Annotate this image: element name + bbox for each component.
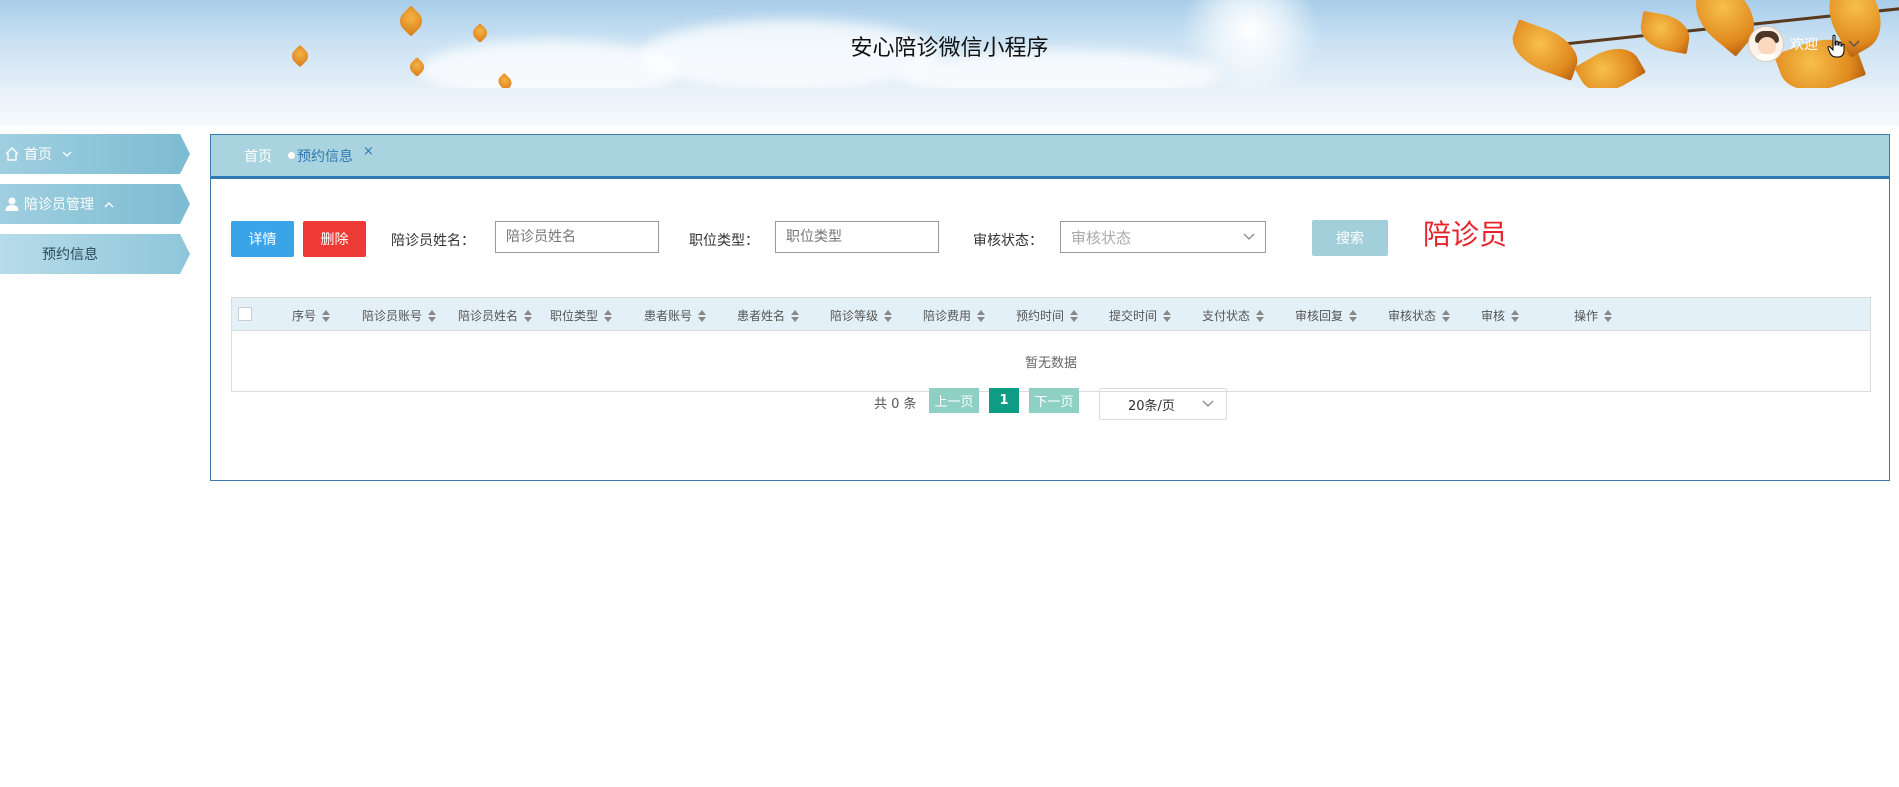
avatar[interactable] [1748,26,1784,62]
page-number-button[interactable]: 1 [989,388,1019,413]
close-icon[interactable]: × [363,144,374,159]
sidebar-item-companion-management[interactable]: 陪诊员管理 [0,184,190,224]
column-header[interactable]: 职位类型 [550,307,613,324]
tab-appointment-info[interactable]: 预约信息 [288,146,353,166]
companion-name-input[interactable] [495,221,659,253]
column-header[interactable]: 操作 [1574,307,1613,324]
column-header[interactable]: 陪诊员账号 [362,307,437,324]
sort-icon[interactable] [1442,309,1451,322]
app-header: 安心陪诊微信小程序 欢迎 [0,0,1899,88]
review-status-placeholder: 审核状态 [1071,228,1132,247]
avatar-shirt [1753,54,1781,61]
review-status-label: 审核状态： [973,233,1043,249]
sort-icon[interactable] [977,309,986,322]
column-header[interactable]: 审核回复 [1295,307,1358,324]
delete-button[interactable]: 删除 [303,221,366,257]
role-label: 陪诊员 [1423,218,1508,251]
review-status-select[interactable]: 审核状态 [1060,221,1266,253]
sort-icon[interactable] [791,309,800,322]
avatar-face [1758,37,1776,55]
pagination: 共 0 条 上一页 1 下一页 20条/页 [874,388,1374,420]
column-header[interactable]: 审核 [1481,307,1520,324]
sort-icon[interactable] [1349,309,1358,322]
total-count: 共 0 条 [874,397,917,412]
sort-icon[interactable] [1070,309,1079,322]
column-header[interactable]: 患者账号 [644,307,707,324]
column-header[interactable]: 患者姓名 [737,307,800,324]
tab-home[interactable]: 首页 [244,146,272,166]
detail-button[interactable]: 详情 [231,221,294,257]
sidebar-item-label: 预约信息 [42,247,98,263]
tab-label: 预约信息 [297,148,353,165]
welcome-text[interactable]: 欢迎 [1790,34,1818,54]
column-header[interactable]: 陪诊费用 [923,307,986,324]
chevron-down-icon [1243,233,1255,240]
chevron-down-icon [62,148,72,161]
empty-state: 暂无数据 [1024,355,1077,371]
column-header[interactable]: 陪诊等级 [830,307,893,324]
sub-header-bar [0,88,1899,126]
app-title: 安心陪诊微信小程序 [850,36,1049,61]
prev-page-button[interactable]: 上一页 [929,388,979,413]
active-dot-icon [288,152,295,159]
chevron-down-icon [1202,400,1214,407]
position-type-input[interactable] [775,221,939,253]
sort-icon[interactable] [1163,309,1172,322]
sort-icon[interactable] [604,309,613,322]
chevron-up-icon [104,198,114,211]
appointments-table: 序号 陪诊员账号 陪诊员姓名 职位类型 患者账号 患者姓名 陪诊等级 陪诊费用 … [231,297,1871,392]
column-header[interactable]: 审核状态 [1388,307,1451,324]
sort-icon[interactable] [322,309,331,322]
sidebar-item-label: 首页 [24,147,52,163]
sort-icon[interactable] [428,309,437,322]
sort-icon[interactable] [1604,309,1613,322]
sidebar: 首页 陪诊员管理 预约信息 [0,134,200,284]
sort-icon[interactable] [524,309,533,322]
sort-icon[interactable] [698,309,707,322]
select-all-checkbox[interactable] [238,307,252,321]
sidebar-item-home[interactable]: 首页 [0,134,190,174]
search-button[interactable]: 搜索 [1312,220,1388,256]
column-header[interactable]: 支付状态 [1202,307,1265,324]
companion-name-label: 陪诊员姓名： [391,233,475,249]
page-size-select[interactable]: 20条/页 [1099,388,1227,420]
sort-icon[interactable] [884,309,893,322]
next-page-button[interactable]: 下一页 [1029,388,1079,413]
sort-icon[interactable] [1511,309,1520,322]
filter-toolbar: 详情 删除 陪诊员姓名： 职位类型： 审核状态： 审核状态 搜索 陪诊员 [231,218,1871,257]
column-header[interactable]: 预约时间 [1016,307,1079,324]
position-type-label: 职位类型： [689,233,759,249]
sidebar-item-label: 陪诊员管理 [24,197,94,213]
table-header: 序号 陪诊员账号 陪诊员姓名 职位类型 患者账号 患者姓名 陪诊等级 陪诊费用 … [232,298,1870,331]
home-icon [3,145,21,163]
hand-cursor-icon [1827,34,1845,58]
sidebar-item-appointment-info[interactable]: 预约信息 [0,234,190,274]
tab-bar: 首页 预约信息 × [211,135,1889,179]
sort-icon[interactable] [1256,309,1265,322]
column-header[interactable]: 陪诊员姓名 [458,307,533,324]
user-icon [3,195,21,213]
main-panel: 首页 预约信息 × 详情 删除 陪诊员姓名： 职位类型： 审核状态： 审核状态 … [210,134,1890,481]
column-header[interactable]: 序号 [292,307,331,324]
chevron-down-icon[interactable] [1848,37,1860,51]
page-size-value: 20条/页 [1128,398,1175,414]
column-header[interactable]: 提交时间 [1109,307,1172,324]
